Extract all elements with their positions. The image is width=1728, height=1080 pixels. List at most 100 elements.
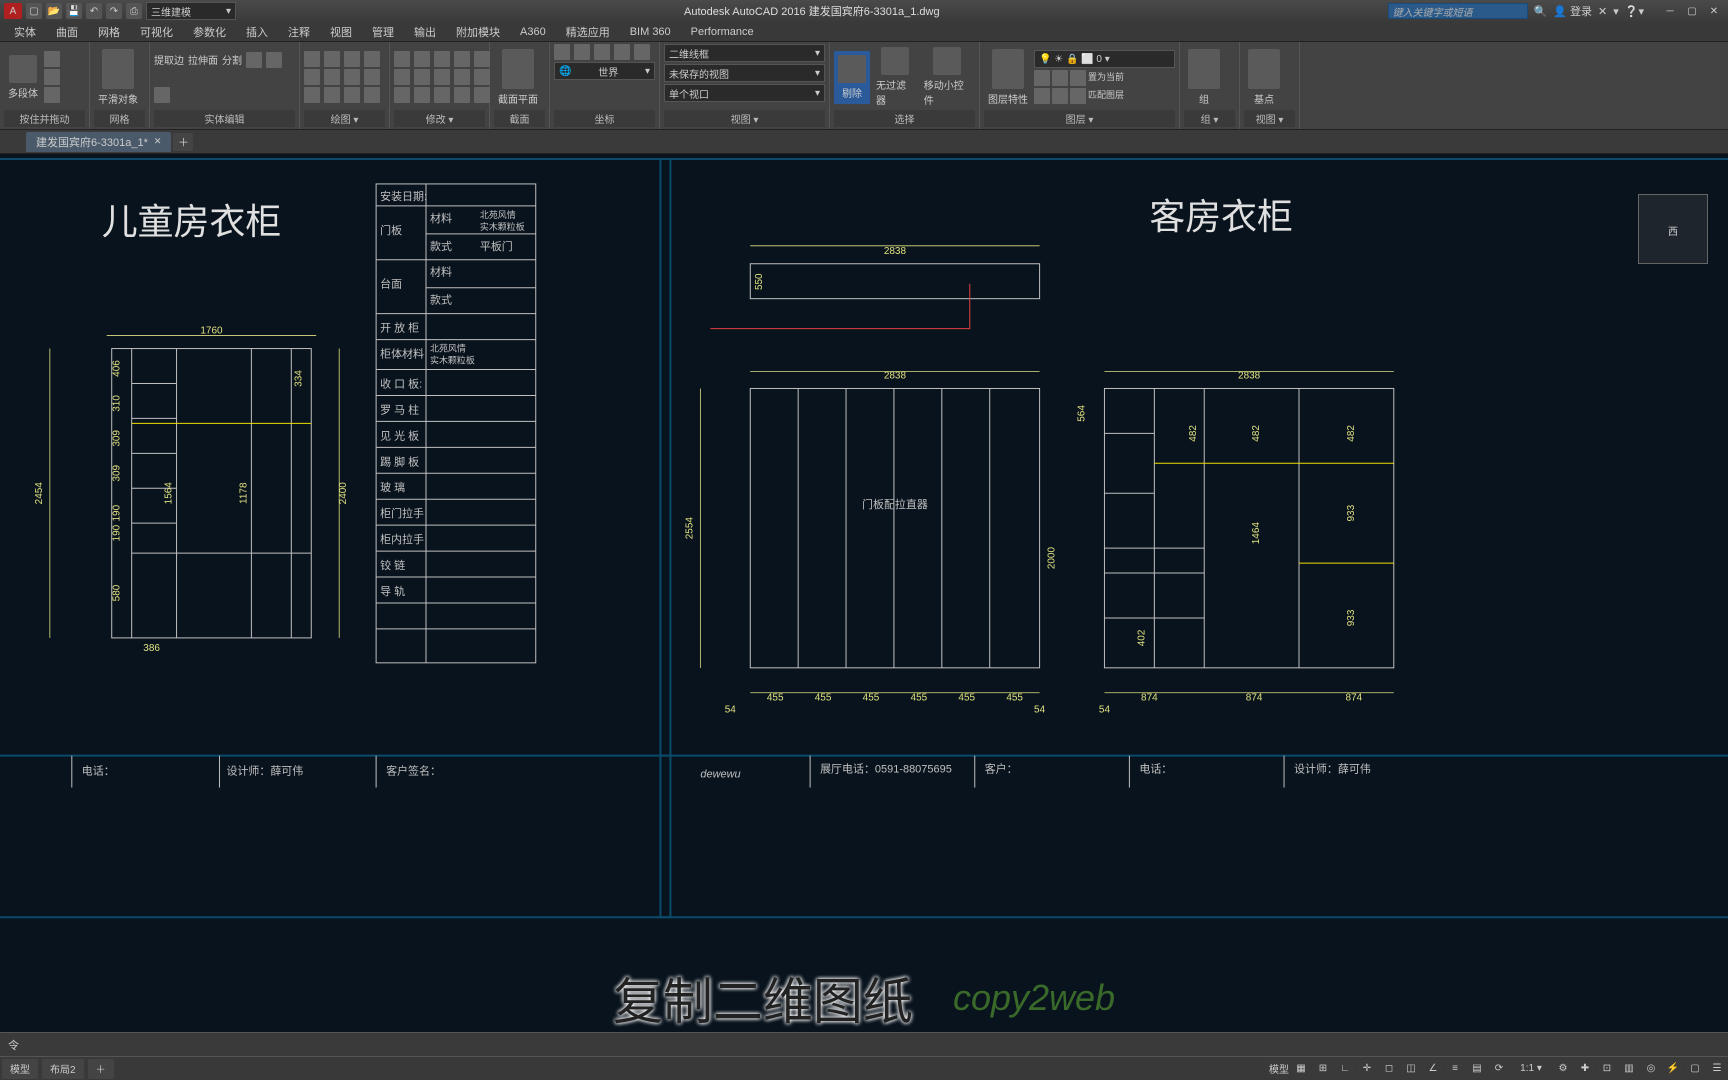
group-button[interactable]: 组 [1184, 47, 1224, 108]
intersect-icon[interactable] [154, 87, 170, 103]
isolate-button[interactable]: ◎ [1641, 1060, 1661, 1078]
add-layout-button[interactable]: ＋ [88, 1059, 114, 1079]
hardware-accel-toggle[interactable]: ⚡ [1663, 1060, 1683, 1078]
culling-button[interactable]: 剔除 [834, 51, 870, 104]
align-icon[interactable] [474, 87, 490, 103]
polar-toggle[interactable]: ✛ [1357, 1060, 1377, 1078]
region-icon[interactable] [344, 87, 360, 103]
new-tab-button[interactable]: ＋ [173, 133, 193, 151]
layout-tab[interactable]: 布局2 [42, 1059, 84, 1079]
tab-view[interactable]: 视图 [320, 24, 362, 40]
union-icon[interactable] [246, 52, 262, 68]
annoscale-button[interactable]: 1:1 ▾ [1511, 1060, 1551, 1078]
circle-icon[interactable] [344, 51, 360, 67]
layerfreeze-icon[interactable] [1070, 70, 1086, 86]
extend-icon[interactable] [474, 51, 490, 67]
help-icon[interactable]: ❔▾ [1625, 5, 1644, 18]
cleanscreen-button[interactable]: ▢ [1685, 1060, 1705, 1078]
minimize-button[interactable]: ─ [1660, 4, 1680, 18]
ucs2-icon[interactable] [574, 44, 590, 60]
pline-icon[interactable] [324, 51, 340, 67]
tab-mesh[interactable]: 网格 [88, 24, 130, 40]
command-input[interactable] [23, 1039, 1720, 1051]
file-tab[interactable]: 建发国宾府6-3301a_1*✕ [26, 132, 171, 152]
qat-save-icon[interactable]: 💾 [66, 3, 82, 19]
layerunlock-icon[interactable] [1052, 88, 1068, 104]
layeron-icon[interactable] [1034, 70, 1050, 86]
polysolid-button[interactable]: 多段体 [4, 53, 42, 102]
tab-visualize[interactable]: 可视化 [130, 24, 183, 40]
help-search-input[interactable]: 键入关键字或短语 [1388, 3, 1528, 19]
maximize-button[interactable]: ▢ [1682, 4, 1702, 18]
snap-toggle[interactable]: ⊞ [1313, 1060, 1333, 1078]
tab-annotate[interactable]: 注释 [278, 24, 320, 40]
layeroff-icon[interactable] [1052, 70, 1068, 86]
gizmo-button[interactable]: 移动小控件 [920, 45, 975, 109]
tab-addins[interactable]: 附加模块 [446, 24, 510, 40]
ellipse-icon[interactable] [344, 69, 360, 85]
base-button[interactable]: 基点 [1244, 47, 1284, 108]
quickprops-toggle[interactable]: ▥ [1619, 1060, 1639, 1078]
qat-undo-icon[interactable]: ↶ [86, 3, 102, 19]
viewcube[interactable]: 西 [1638, 194, 1708, 264]
transparency-toggle[interactable]: ▤ [1467, 1060, 1487, 1078]
erase-icon[interactable] [474, 69, 490, 85]
offset-icon[interactable] [394, 87, 410, 103]
cycling-toggle[interactable]: ⟳ [1489, 1060, 1509, 1078]
line-icon[interactable] [304, 51, 320, 67]
tab-close-icon[interactable]: ✕ [154, 136, 162, 147]
array-icon[interactable] [454, 69, 470, 85]
viewport-selector[interactable]: 单个视口▾ [664, 84, 825, 102]
tab-insert[interactable]: 插入 [236, 24, 278, 40]
chamfer-icon[interactable] [434, 69, 450, 85]
stayconnected-icon[interactable]: ▾ [1613, 5, 1619, 18]
ortho-toggle[interactable]: ∟ [1335, 1060, 1355, 1078]
ucs-selector[interactable]: 🌐 世界 ▾ [554, 62, 655, 80]
tab-featured[interactable]: 精选应用 [556, 24, 620, 40]
infocenter-icon[interactable]: 🔍 [1534, 5, 1548, 18]
view-selector[interactable]: 未保存的视图▾ [664, 64, 825, 82]
tab-surface[interactable]: 曲面 [46, 24, 88, 40]
tab-manage[interactable]: 管理 [362, 24, 404, 40]
exchange-icon[interactable]: ✕ [1598, 5, 1607, 18]
customize-button[interactable]: ☰ [1707, 1060, 1727, 1078]
tab-solid[interactable]: 实体 [4, 24, 46, 40]
nofilter-button[interactable]: 无过滤器 [872, 45, 918, 109]
qat-new-icon[interactable]: ▢ [26, 3, 42, 19]
explode-icon[interactable] [454, 87, 470, 103]
hatch-icon[interactable] [304, 87, 320, 103]
ucs3-icon[interactable] [594, 44, 610, 60]
tab-output[interactable]: 输出 [404, 24, 446, 40]
spline-icon[interactable] [364, 69, 380, 85]
tab-bim360[interactable]: BIM 360 [620, 26, 681, 38]
subtract-icon[interactable] [266, 52, 282, 68]
lineweight-toggle[interactable]: ≡ [1445, 1060, 1465, 1078]
layeriso-icon[interactable] [1070, 88, 1086, 104]
tab-parametric[interactable]: 参数化 [183, 24, 236, 40]
otrack-toggle[interactable]: ∠ [1423, 1060, 1443, 1078]
move-icon[interactable] [394, 51, 410, 67]
modelspace-button[interactable]: 模型 [1269, 1060, 1289, 1078]
qat-redo-icon[interactable]: ↷ [106, 3, 122, 19]
layerprops-button[interactable]: 图层特性 [984, 47, 1032, 108]
login-button[interactable]: 👤 登录 [1553, 3, 1592, 19]
qat-open-icon[interactable]: 📂 [46, 3, 62, 19]
units-toggle[interactable]: ⊡ [1597, 1060, 1617, 1078]
visual-style-selector[interactable]: 二维线框▾ [664, 44, 825, 62]
section-button[interactable]: 截面平面 [494, 47, 542, 108]
model-tab[interactable]: 模型 [2, 1059, 38, 1079]
box-icon[interactable] [44, 51, 60, 67]
drawing-canvas[interactable]: 儿童房衣柜 1760 2454 2400 406 310 309 309 190… [0, 154, 1728, 1032]
polygon-icon[interactable] [324, 69, 340, 85]
ucs5-icon[interactable] [634, 44, 650, 60]
layer-selector[interactable]: 💡 ☀ 🔒 ⬜ 0 ▾ [1034, 50, 1175, 68]
ucs-icon[interactable] [554, 44, 570, 60]
fillet-icon[interactable] [414, 69, 430, 85]
app-menu-button[interactable]: A [4, 3, 22, 19]
smooth-button[interactable]: 平滑对象 [94, 47, 142, 108]
point-icon[interactable] [324, 87, 340, 103]
grid-toggle[interactable]: ▦ [1291, 1060, 1311, 1078]
annomonitor-toggle[interactable]: ✚ [1575, 1060, 1595, 1078]
mirror-icon[interactable] [394, 69, 410, 85]
rect-icon[interactable] [304, 69, 320, 85]
